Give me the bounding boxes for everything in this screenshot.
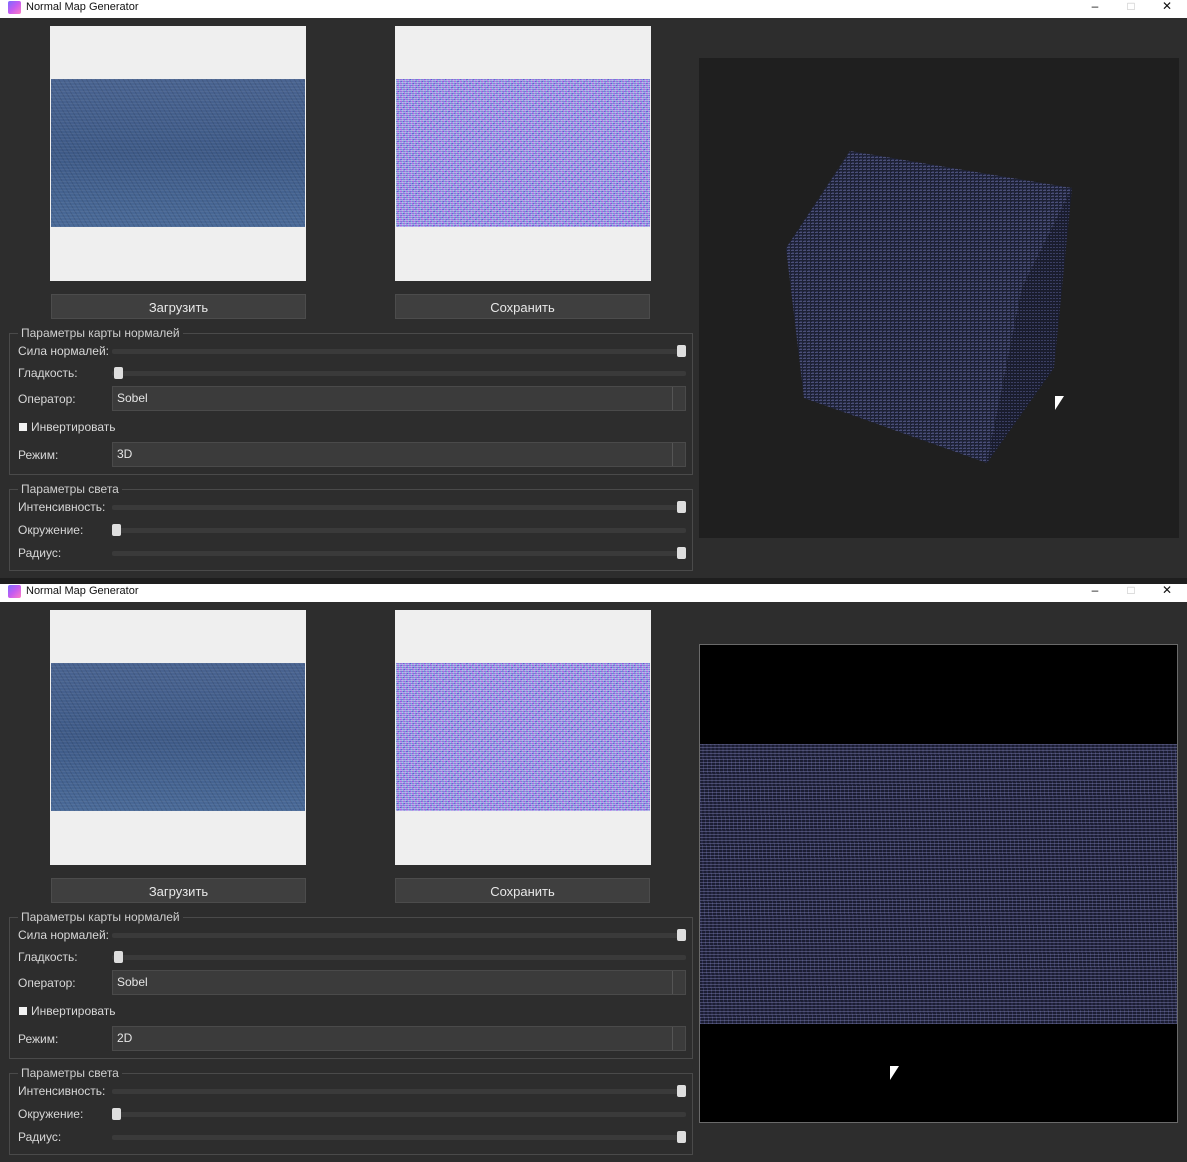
normal-map-preview bbox=[395, 26, 651, 281]
smooth-label: Гладкость: bbox=[18, 366, 78, 380]
operator-label: Оператор: bbox=[18, 976, 76, 990]
invert-checkbox[interactable] bbox=[19, 1007, 27, 1015]
intensity-slider-handle[interactable] bbox=[677, 1085, 686, 1097]
operator-select[interactable]: Sobel bbox=[112, 386, 686, 411]
operator-select[interactable]: Sobel bbox=[112, 970, 686, 995]
intensity-label: Интенсивность: bbox=[18, 1084, 106, 1098]
mode-value: 2D bbox=[117, 1031, 133, 1045]
group-title: Параметры света bbox=[18, 481, 122, 497]
window-title: Normal Map Generator bbox=[26, 1, 139, 13]
normal-map-preview bbox=[395, 610, 651, 865]
operator-value: Sobel bbox=[117, 391, 148, 405]
group-title: Параметры света bbox=[18, 1065, 122, 1081]
mode-label: Режим: bbox=[18, 448, 59, 462]
normal-map-params-group: Параметры карты нормалей Сила нормалей: … bbox=[9, 909, 693, 1059]
save-button[interactable]: Сохранить bbox=[395, 294, 650, 319]
load-button[interactable]: Загрузить bbox=[51, 294, 306, 319]
ambient-slider[interactable] bbox=[112, 524, 686, 536]
group-title: Параметры карты нормалей bbox=[18, 909, 183, 925]
close-icon[interactable]: ✕ bbox=[1152, 0, 1182, 14]
plane-render bbox=[700, 744, 1177, 1024]
app-icon bbox=[8, 1, 21, 14]
radius-label: Радиус: bbox=[18, 1130, 62, 1144]
normal-map-texture bbox=[396, 79, 650, 227]
combo-divider bbox=[672, 1027, 673, 1050]
strength-slider[interactable] bbox=[112, 345, 686, 357]
strength-slider[interactable] bbox=[112, 929, 686, 941]
mode-label: Режим: bbox=[18, 1032, 59, 1046]
radius-label: Радиус: bbox=[18, 546, 62, 560]
mode-select[interactable]: 3D bbox=[112, 442, 686, 467]
radius-slider[interactable] bbox=[112, 547, 686, 559]
strength-label: Сила нормалей: bbox=[18, 928, 109, 942]
3d-viewport[interactable] bbox=[699, 58, 1179, 538]
radius-slider-handle[interactable] bbox=[677, 1131, 686, 1143]
ambient-slider-handle[interactable] bbox=[112, 1108, 121, 1120]
app-window-3d: Normal Map Generator – □ ✕ Загрузить Сох… bbox=[0, 0, 1187, 578]
denim-texture bbox=[51, 79, 305, 227]
maximize-icon[interactable]: □ bbox=[1116, 584, 1146, 598]
radius-slider[interactable] bbox=[112, 1131, 686, 1143]
mouse-cursor-icon bbox=[890, 1066, 899, 1080]
cube-render bbox=[786, 151, 1072, 463]
load-button[interactable]: Загрузить bbox=[51, 878, 306, 903]
save-button[interactable]: Сохранить bbox=[395, 878, 650, 903]
2d-viewport[interactable] bbox=[699, 644, 1178, 1123]
normal-map-texture bbox=[396, 663, 650, 811]
smooth-label: Гладкость: bbox=[18, 950, 78, 964]
strength-slider-handle[interactable] bbox=[677, 345, 686, 357]
smooth-slider[interactable] bbox=[112, 367, 686, 379]
ambient-slider[interactable] bbox=[112, 1108, 686, 1120]
intensity-slider[interactable] bbox=[112, 501, 686, 513]
app-icon bbox=[8, 585, 21, 598]
mouse-cursor-icon bbox=[1055, 396, 1064, 410]
combo-divider bbox=[672, 971, 673, 994]
light-params-group: Параметры света Интенсивность: Окружение… bbox=[9, 1065, 693, 1155]
normal-map-params-group: Параметры карты нормалей Сила нормалей: … bbox=[9, 325, 693, 475]
smooth-slider-handle[interactable] bbox=[114, 367, 123, 379]
smooth-slider[interactable] bbox=[112, 951, 686, 963]
group-title: Параметры карты нормалей bbox=[18, 325, 183, 341]
radius-slider-handle[interactable] bbox=[677, 547, 686, 559]
intensity-slider[interactable] bbox=[112, 1085, 686, 1097]
minimize-icon[interactable]: – bbox=[1080, 0, 1110, 14]
operator-label: Оператор: bbox=[18, 392, 76, 406]
titlebar[interactable]: Normal Map Generator – □ ✕ bbox=[0, 584, 1187, 602]
operator-value: Sobel bbox=[117, 975, 148, 989]
close-icon[interactable]: ✕ bbox=[1152, 584, 1182, 598]
invert-checkbox[interactable] bbox=[19, 423, 27, 431]
input-image-preview bbox=[50, 610, 306, 865]
strength-slider-handle[interactable] bbox=[677, 929, 686, 941]
invert-label: Инвертировать bbox=[31, 1004, 116, 1018]
ambient-slider-handle[interactable] bbox=[112, 524, 121, 536]
app-window-2d: Normal Map Generator – □ ✕ Загрузить Сох… bbox=[0, 584, 1187, 1162]
invert-label: Инвертировать bbox=[31, 420, 116, 434]
combo-divider bbox=[672, 387, 673, 410]
minimize-icon[interactable]: – bbox=[1080, 584, 1110, 598]
main-content: Загрузить Сохранить Параметры карты норм… bbox=[0, 18, 1187, 578]
input-image-preview bbox=[50, 26, 306, 281]
mode-value: 3D bbox=[117, 447, 133, 461]
denim-texture bbox=[51, 663, 305, 811]
intensity-label: Интенсивность: bbox=[18, 500, 106, 514]
main-content: Загрузить Сохранить Параметры карты норм… bbox=[0, 602, 1187, 1162]
window-title: Normal Map Generator bbox=[26, 585, 139, 597]
strength-label: Сила нормалей: bbox=[18, 344, 109, 358]
ambient-label: Окружение: bbox=[18, 523, 84, 537]
ambient-label: Окружение: bbox=[18, 1107, 84, 1121]
maximize-icon[interactable]: □ bbox=[1116, 0, 1146, 14]
combo-divider bbox=[672, 443, 673, 466]
smooth-slider-handle[interactable] bbox=[114, 951, 123, 963]
titlebar[interactable]: Normal Map Generator – □ ✕ bbox=[0, 0, 1187, 18]
light-params-group: Параметры света Интенсивность: Окружение… bbox=[9, 481, 693, 571]
intensity-slider-handle[interactable] bbox=[677, 501, 686, 513]
mode-select[interactable]: 2D bbox=[112, 1026, 686, 1051]
